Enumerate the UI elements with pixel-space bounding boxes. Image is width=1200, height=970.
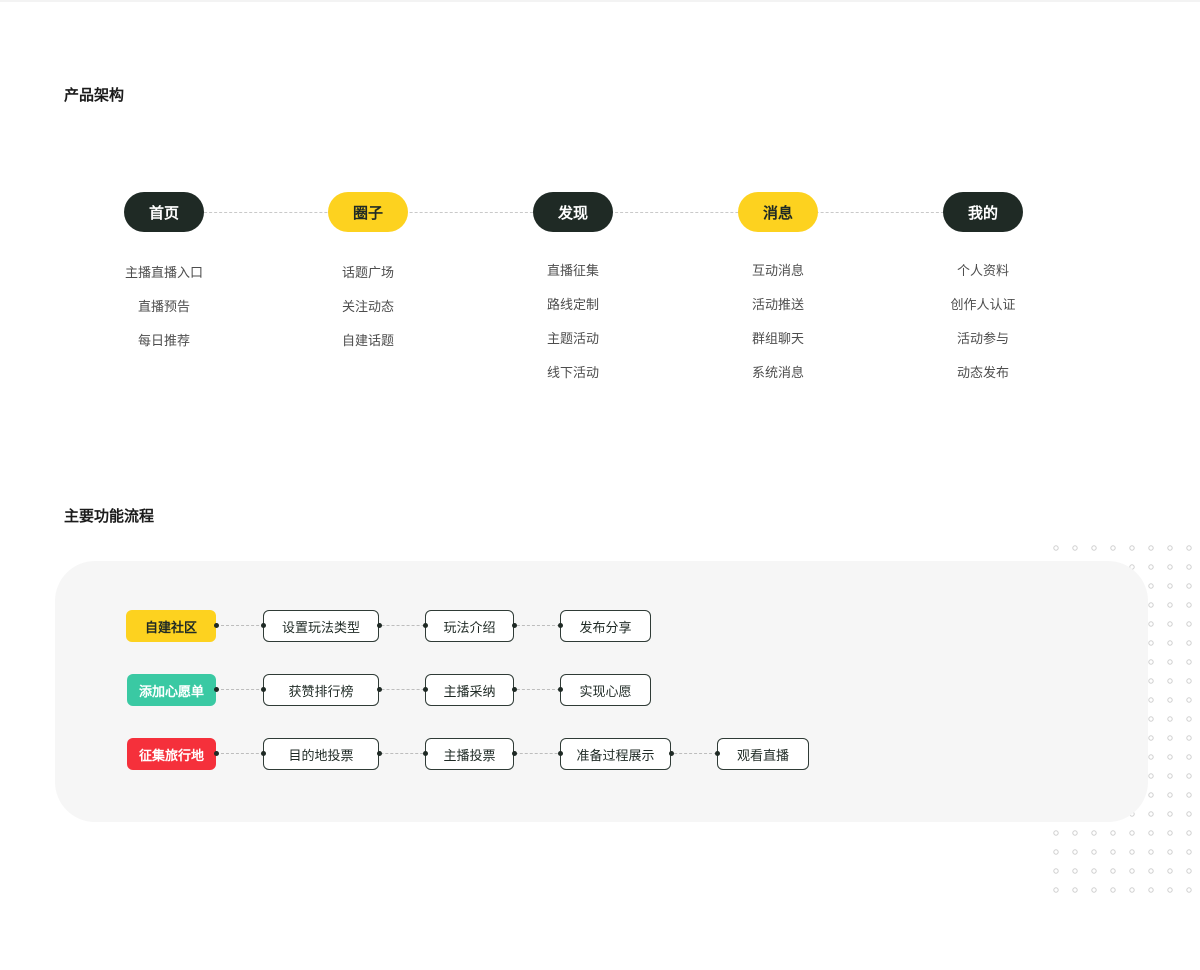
sub-item: 主题活动: [546, 332, 599, 347]
sub-item: 直播征集: [546, 264, 599, 279]
flow-step: 主播投票: [425, 738, 514, 770]
flow-row-community: 自建社区 设置玩法类型 玩法介绍 发布分享: [0, 610, 1200, 642]
flow-step: 获赞排行榜: [263, 674, 379, 706]
sub-item: 线下活动: [546, 366, 599, 381]
sub-list-circle: 话题广场 关注动态 自建话题: [268, 264, 468, 366]
flow-row-destination: 征集旅行地 目的地投票 主播投票 准备过程展示 观看直播: [0, 738, 1200, 770]
connector-dot: [214, 751, 219, 756]
flow-step: 主播采纳: [425, 674, 514, 706]
nav-pill-messages: 消息: [738, 192, 818, 232]
connector-dot: [377, 623, 382, 628]
sub-item: 群组聊天: [751, 332, 804, 347]
connector-dot: [214, 687, 219, 692]
flow-start-wishlist: 添加心愿单: [127, 674, 216, 706]
sub-list-me: 个人资料 创作人认证 活动参与 动态发布: [883, 262, 1083, 398]
sub-item: 活动推送: [751, 298, 804, 313]
flow-row-wishlist: 添加心愿单 获赞排行榜 主播采纳 实现心愿: [0, 674, 1200, 706]
sub-item: 每日推荐: [137, 334, 190, 349]
connector-dot: [512, 751, 517, 756]
sub-item: 个人资料: [956, 264, 1009, 279]
sub-item: 动态发布: [956, 366, 1009, 381]
flow-step: 发布分享: [560, 610, 651, 642]
sub-item: 直播预告: [137, 300, 190, 315]
sub-list-messages: 互动消息 活动推送 群组聊天 系统消息: [678, 262, 878, 398]
connector-dot: [261, 751, 266, 756]
sub-item: 关注动态: [341, 300, 394, 315]
nav-pill-circle: 圈子: [328, 192, 408, 232]
arch-column-messages: 消息 互动消息 活动推送 群组聊天 系统消息: [678, 192, 878, 398]
sub-item: 主播直播入口: [124, 266, 203, 281]
connector-dot: [423, 687, 428, 692]
connector-dot: [214, 623, 219, 628]
connector-dot: [261, 623, 266, 628]
connector-dot: [715, 751, 720, 756]
sub-item: 互动消息: [751, 264, 804, 279]
arch-column-discover: 发现 直播征集 路线定制 主题活动 线下活动: [473, 192, 673, 398]
flow-start-destination: 征集旅行地: [127, 738, 216, 770]
arch-column-me: 我的 个人资料 创作人认证 活动参与 动态发布: [883, 192, 1083, 398]
sub-list-discover: 直播征集 路线定制 主题活动 线下活动: [473, 262, 673, 398]
connector-dot: [669, 751, 674, 756]
connector-dot: [423, 751, 428, 756]
connector-dot: [558, 623, 563, 628]
connector-dot: [558, 687, 563, 692]
architecture-title: 产品架构: [64, 86, 125, 104]
arch-column-home: 首页 主播直播入口 直播预告 每日推荐: [64, 192, 264, 366]
sub-list-home: 主播直播入口 直播预告 每日推荐: [64, 264, 264, 366]
flow-title: 主要功能流程: [64, 507, 155, 525]
connector-dot: [377, 687, 382, 692]
connector-dot: [261, 687, 266, 692]
connector-dot: [377, 751, 382, 756]
top-divider: [0, 0, 1200, 2]
sub-item: 创作人认证: [950, 298, 1016, 313]
connector-dot: [558, 751, 563, 756]
connector-dot: [423, 623, 428, 628]
flow-step: 观看直播: [717, 738, 809, 770]
connector-dot: [512, 687, 517, 692]
nav-pill-home: 首页: [124, 192, 204, 232]
nav-pill-discover: 发现: [533, 192, 613, 232]
sub-item: 活动参与: [956, 332, 1009, 347]
nav-pill-me: 我的: [943, 192, 1023, 232]
flow-step: 设置玩法类型: [263, 610, 379, 642]
sub-item: 路线定制: [546, 298, 599, 313]
arch-column-circle: 圈子 话题广场 关注动态 自建话题: [268, 192, 468, 366]
flow-step: 实现心愿: [560, 674, 651, 706]
flow-step: 玩法介绍: [425, 610, 514, 642]
connector-dot: [512, 623, 517, 628]
flow-step: 准备过程展示: [560, 738, 671, 770]
sub-item: 自建话题: [341, 334, 394, 349]
sub-item: 话题广场: [341, 266, 394, 281]
flow-start-community: 自建社区: [126, 610, 216, 642]
sub-item: 系统消息: [751, 366, 804, 381]
flow-step: 目的地投票: [263, 738, 379, 770]
